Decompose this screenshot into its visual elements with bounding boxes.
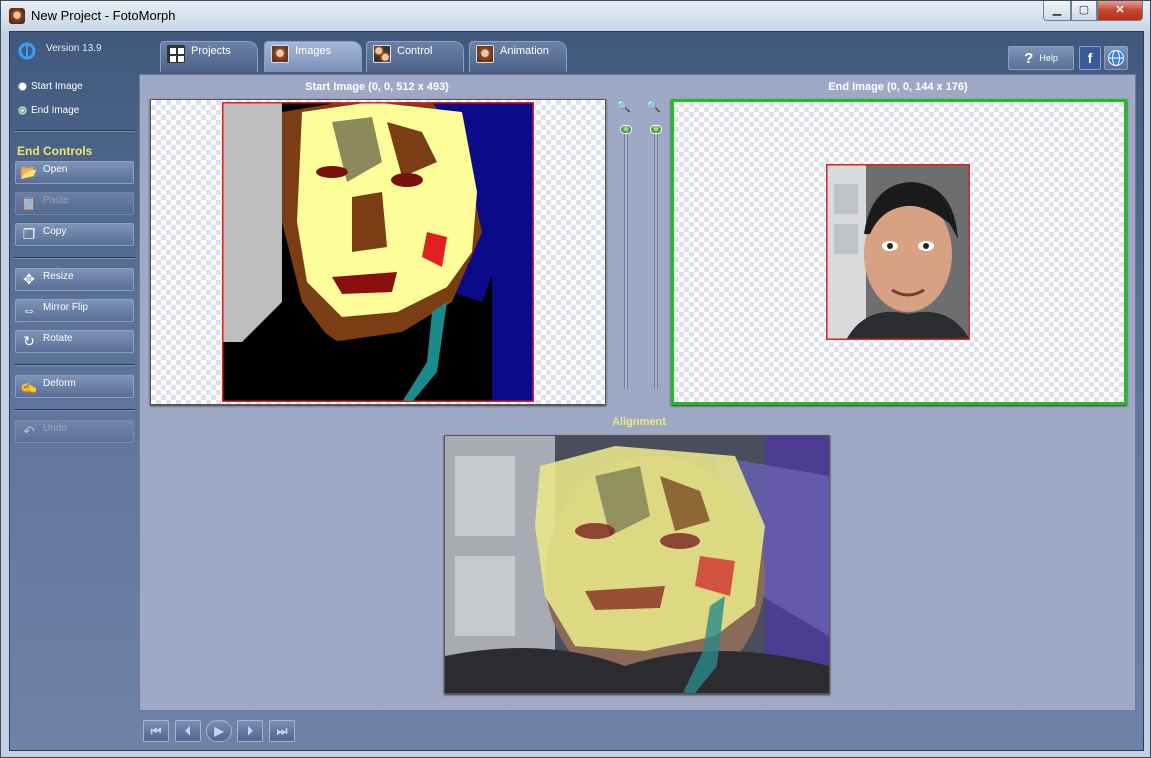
app-icon xyxy=(9,8,25,24)
app-window: New Project - FotoMorph ▁ ▢ ✕ Version 13… xyxy=(0,0,1151,758)
last-frame-button[interactable]: ⏭ xyxy=(269,720,295,742)
zoom-start-icon[interactable]: 🔍 xyxy=(616,99,631,113)
start-image-caption: Start Image (0, 0, 512 x 493) xyxy=(305,81,449,93)
help-icon: ? xyxy=(1024,49,1034,67)
mirror-flip-icon: ⇔ xyxy=(22,302,36,318)
deform-icon: ✍ xyxy=(20,377,38,394)
open-button[interactable]: 📂 Open xyxy=(15,161,134,184)
resize-icon: ✥ xyxy=(23,270,35,287)
play-icon: ▶ xyxy=(214,724,224,738)
version-label: Version 13.9 xyxy=(46,43,102,54)
previous-frame-button[interactable]: ⏴ xyxy=(175,720,201,742)
zoom-end-icon[interactable]: 🔍 xyxy=(646,99,661,113)
tab-control-label: Control xyxy=(397,45,433,57)
next-frame-button[interactable]: ⏵ xyxy=(237,720,263,742)
website-button[interactable] xyxy=(1104,46,1128,70)
undo-icon: ↶ xyxy=(23,422,35,439)
radio-dot xyxy=(18,82,27,91)
paste-button[interactable]: 📋 Paste xyxy=(15,192,134,215)
alignment-canvas xyxy=(444,435,830,694)
start-image-radio-label: Start Image xyxy=(31,81,83,92)
title-bar: New Project - FotoMorph ▁ ▢ ✕ xyxy=(1,1,1150,31)
tab-images[interactable]: Images xyxy=(264,41,362,72)
tab-projects-label: Projects xyxy=(191,45,231,57)
playback-bar: ⏮ ⏴ ▶ ⏵ ⏭ xyxy=(139,714,1136,750)
end-zoom-slider[interactable] xyxy=(654,130,658,390)
facebook-button[interactable]: f xyxy=(1079,46,1101,70)
separator xyxy=(14,364,135,366)
fotomorph-logo-icon xyxy=(18,42,36,60)
copy-button[interactable]: ❐ Copy xyxy=(15,223,134,246)
help-button[interactable]: ? Help xyxy=(1008,46,1074,70)
resize-button[interactable]: ✥ Resize xyxy=(15,268,134,291)
tab-images-label: Images xyxy=(295,45,332,57)
window-title: New Project - FotoMorph xyxy=(31,8,176,23)
open-button-label: Open xyxy=(43,164,68,175)
section-title: End Controls xyxy=(17,144,93,158)
help-label: Help xyxy=(1039,53,1058,63)
previous-frame-icon: ⏴ xyxy=(184,724,191,738)
deform-button[interactable]: ✍ Deform xyxy=(15,375,134,398)
mirror-flip-button[interactable]: ⇔ Mirror Flip xyxy=(15,299,134,322)
separator xyxy=(14,130,135,132)
close-button[interactable]: ✕ xyxy=(1097,1,1143,21)
mirror-flip-button-label: Mirror Flip xyxy=(43,302,88,313)
copy-icon: ❐ xyxy=(22,225,36,242)
tab-animation[interactable]: Animation xyxy=(469,41,567,72)
undo-button-label: Undo xyxy=(43,423,67,434)
first-frame-button[interactable]: ⏮ xyxy=(143,720,169,742)
control-faces-icon xyxy=(373,45,391,63)
tab-control[interactable]: Control xyxy=(366,41,464,72)
start-image-picture xyxy=(222,102,534,402)
radio-dot-selected xyxy=(18,106,27,115)
resize-button-label: Resize xyxy=(43,271,74,282)
next-frame-icon: ⏵ xyxy=(246,724,253,738)
end-image-radio-label: End Image xyxy=(31,105,80,116)
facebook-icon: f xyxy=(1087,50,1093,66)
start-zoom-slider[interactable] xyxy=(624,130,628,390)
start-zoom-knob[interactable] xyxy=(620,125,632,134)
rotate-button-label: Rotate xyxy=(43,333,73,344)
tab-projects[interactable]: Projects xyxy=(160,41,258,72)
alignment-blend-picture xyxy=(445,436,829,693)
end-image-canvas[interactable] xyxy=(671,99,1127,405)
maximize-button[interactable]: ▢ xyxy=(1071,1,1097,21)
start-image-radio[interactable]: Start Image xyxy=(18,81,83,92)
animation-face-icon xyxy=(476,45,494,63)
undo-button[interactable]: ↶ Undo xyxy=(15,420,134,443)
rotate-icon: ↻ xyxy=(23,332,35,349)
client-area: Version 13.9 Start Image End Image End C… xyxy=(9,31,1144,751)
projects-grid-icon xyxy=(167,45,185,63)
images-face-icon xyxy=(271,45,289,63)
start-image-canvas[interactable] xyxy=(150,99,606,405)
separator xyxy=(14,409,135,411)
end-image-radio[interactable]: End Image xyxy=(18,105,79,116)
first-frame-icon: ⏮ xyxy=(150,724,162,738)
paste-icon: 📋 xyxy=(20,194,38,211)
globe-icon xyxy=(1108,50,1124,66)
copy-button-label: Copy xyxy=(43,226,67,237)
end-image-picture xyxy=(826,164,970,340)
rotate-button[interactable]: ↻ Rotate xyxy=(15,330,134,353)
play-button[interactable]: ▶ xyxy=(206,720,232,742)
tab-animation-label: Animation xyxy=(500,45,549,57)
paste-button-label: Paste xyxy=(43,195,69,206)
deform-button-label: Deform xyxy=(43,378,76,389)
last-frame-icon: ⏭ xyxy=(276,724,288,738)
main-panel: Start Image (0, 0, 512 x 493) End Image … xyxy=(139,74,1136,711)
end-image-caption: End Image (0, 0, 144 x 176) xyxy=(828,81,968,93)
folder-open-icon: 📂 xyxy=(20,163,38,180)
alignment-caption: Alignment xyxy=(612,416,666,428)
end-zoom-knob[interactable] xyxy=(650,125,662,134)
separator xyxy=(14,257,135,259)
minimize-button[interactable]: ▁ xyxy=(1043,1,1071,21)
